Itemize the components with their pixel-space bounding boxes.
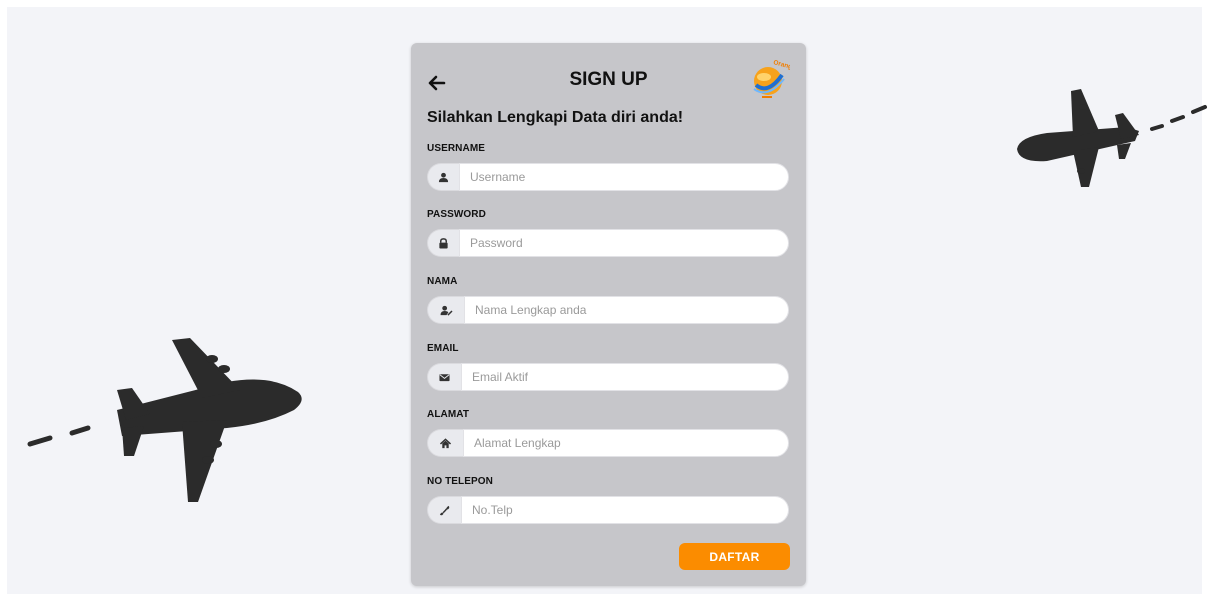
alamat-label: ALAMAT	[427, 409, 470, 420]
envelope-icon	[427, 363, 461, 391]
form-subtitle: Silahkan Lengkapi Data diri anda!	[427, 109, 684, 126]
username-label: USERNAME	[427, 143, 486, 154]
page-background: SIGN UP Orange Silahkan Lengkapi Data di…	[7, 7, 1207, 594]
orange-travel-logo: Orange	[753, 59, 790, 98]
password-field-group	[427, 229, 789, 257]
username-input[interactable]	[459, 163, 789, 191]
telepon-label: NO TELEPON	[427, 476, 494, 487]
lock-icon	[427, 229, 459, 257]
daftar-button[interactable]: DAFTAR	[679, 543, 790, 570]
nama-field-group	[427, 296, 789, 324]
airplane-right-illustration	[1017, 89, 1207, 187]
alamat-input[interactable]	[463, 429, 789, 457]
username-field-group	[427, 163, 789, 191]
email-field-group	[427, 363, 789, 391]
user-edit-icon	[427, 296, 464, 324]
home-icon	[427, 429, 463, 457]
password-input[interactable]	[459, 229, 789, 257]
password-label: PASSWORD	[427, 209, 486, 220]
signup-card: SIGN UP Orange Silahkan Lengkapi Data di…	[411, 43, 806, 586]
email-input[interactable]	[461, 363, 789, 391]
user-icon	[427, 163, 459, 191]
telepon-field-group	[427, 496, 789, 524]
nama-input[interactable]	[464, 296, 789, 324]
phone-icon	[427, 496, 461, 524]
nama-label: NAMA	[427, 276, 458, 287]
email-label: EMAIL	[427, 343, 459, 354]
alamat-field-group	[427, 429, 789, 457]
airplane-left-illustration	[27, 338, 302, 502]
telepon-input[interactable]	[461, 496, 789, 524]
